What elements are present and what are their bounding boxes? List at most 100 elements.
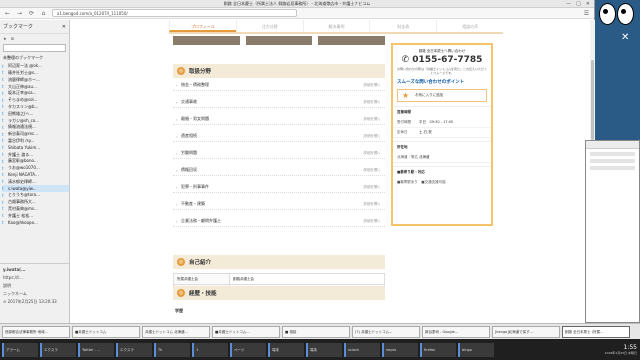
minimize-icon[interactable]: —: [566, 1, 571, 7]
bookmark-item[interactable]: t 弁護士 松松...: [2, 212, 69, 219]
taskbar-app-button[interactable]: アラーム: [2, 342, 38, 357]
taskbar-app-button[interactable]: firefox: [420, 342, 456, 357]
bookmark-item[interactable]: t 流量律師@ホー...: [2, 76, 69, 83]
sidebar-search-input[interactable]: [3, 44, 66, 52]
area-row[interactable]: › 労働問題 詳細を開く: [173, 148, 385, 159]
menu-icon[interactable]: ☰: [583, 10, 590, 17]
taskbar-window-button[interactable]: ■弁護士ドットコム: [72, 325, 140, 338]
bookmark-item[interactable]: t そらまめ@sol...: [2, 97, 69, 104]
maximize-icon[interactable]: □: [576, 1, 581, 7]
desktop-close-icon[interactable]: ✕: [621, 32, 629, 43]
bookmark-item[interactable]: t 阿辺家一法 @ok...: [2, 63, 69, 70]
area-row[interactable]: › 遺産相続 詳細を開く: [173, 131, 385, 142]
bookmark-item[interactable]: t Shibata Yukim...: [2, 144, 69, 151]
taskbar-window-button[interactable]: ■弁護士ドットコム...: [212, 325, 280, 338]
detail-link[interactable]: 詳細を開く: [364, 168, 386, 173]
detail-link[interactable]: 詳細を開く: [364, 202, 386, 207]
area-row[interactable]: › 企業法務・顧問弁護士 詳細を開く: [173, 216, 385, 227]
bookmark-item[interactable]: t 藤宮彰@bono...: [2, 158, 69, 165]
areas-icon: ◎: [177, 67, 185, 75]
taskbar-app-button[interactable]: Tk: [154, 342, 190, 357]
clock[interactable]: 1:55 2018年1月25日 木曜日: [605, 344, 640, 355]
bookmark-item[interactable]: t タカスリン@b...: [2, 104, 69, 111]
taskbar-window-button[interactable]: [bengo]北海道で探す...: [492, 325, 560, 338]
favorite-button[interactable]: ★ お気に入りに追加: [397, 89, 487, 102]
bookmark-list: t 阿辺家一法 @ok... t 篠井社労士@s... t 流量律師@ホー... t 大山正伸…: [0, 62, 69, 226]
bookmark-item[interactable]: t s.iwata@yiw...: [2, 185, 69, 192]
taskbar-window-button[interactable]: 新谷泰司 - Google...: [422, 325, 490, 338]
area-row[interactable]: › 交通事故 詳細を開く: [173, 97, 385, 108]
bookmark-label: Shibata Yukim...: [8, 145, 41, 151]
bookmark-item[interactable]: t Kenji NAGATA...: [2, 172, 69, 179]
phone-number[interactable]: ✆ 0155-67-7785: [393, 55, 491, 65]
reload-icon[interactable]: ⟳: [28, 10, 35, 17]
area-row[interactable]: › 債権回収 詳細を開く: [173, 165, 385, 176]
bookmark-item[interactable]: t 冨谷伊利 /sy...: [2, 138, 69, 145]
area-label: 借金・債務整理: [181, 82, 209, 87]
bookmark-label: ラガジ@sh_co...: [8, 117, 40, 123]
detail-link[interactable]: 詳細を開く: [364, 134, 386, 139]
taskbar-app-button[interactable]: 端末: [306, 342, 342, 357]
bookmark-item[interactable]: t 坂本正幸@sa...: [2, 90, 69, 97]
tab-3[interactable]: 料金表: [369, 20, 436, 32]
bookmark-item[interactable]: t 弁護士 渡る...: [2, 151, 69, 158]
area-row[interactable]: › 離婚・男女問題 詳細を開く: [173, 114, 385, 125]
taskbar-app-button[interactable]: xeyes: [382, 342, 418, 357]
smooth-tips-link[interactable]: スムーズな問い合わせのポイント: [393, 79, 491, 85]
area-row[interactable]: › 不動産・建築 詳細を開く: [173, 199, 385, 210]
taskbar-app-button[interactable]: ページ: [230, 342, 266, 357]
bookmark-label: Kenji NAGATA...: [8, 172, 39, 178]
star-icon[interactable]: ★: [3, 36, 7, 41]
detail-link[interactable]: 詳細を開く: [364, 185, 386, 190]
taskbar-app-button[interactable]: エクスラ: [116, 342, 152, 357]
bookmark-item[interactable]: t 田熊雄之(ヘ...: [2, 110, 69, 117]
taskbar-window-button[interactable]: (7) 弁護士ドットコム...: [352, 325, 420, 338]
home-icon[interactable]: ⌂: [40, 10, 47, 17]
taskbar-window-button[interactable]: 釧路 全日本慶士 (所属...: [562, 325, 630, 338]
area-row[interactable]: › 借金・債務整理 詳細を開く: [173, 80, 385, 91]
twitter-icon: t: [2, 138, 4, 144]
bookmark-item[interactable]: t とりうち@tora...: [2, 192, 69, 199]
bookmark-item[interactable]: t 古畑事務所大...: [2, 199, 69, 206]
taskbar-app-button[interactable]: bingo: [458, 342, 494, 357]
bookmark-item[interactable]: t 清水郁史律師...: [2, 178, 69, 185]
area-row[interactable]: › 犯罪・刑事事件 詳細を開く: [173, 182, 385, 193]
bookmark-item[interactable]: t 情報流通法規...: [2, 124, 69, 131]
tab-2[interactable]: 解決事例: [302, 20, 370, 32]
detail-link[interactable]: 詳細を開く: [364, 100, 386, 105]
taskbar-app-button[interactable]: xclock: [344, 342, 380, 357]
bookmark-item[interactable]: t 大山正伸@au...: [2, 83, 69, 90]
detail-link[interactable]: 詳細を開く: [364, 219, 386, 224]
sidebar-close-icon[interactable]: ✕: [62, 24, 66, 30]
forward-icon[interactable]: →: [16, 10, 23, 17]
side-window-row: [590, 159, 635, 163]
back-icon[interactable]: ←: [4, 10, 11, 17]
contact-card: 釧路 全日本慶士へ問い合わせ ✆ 0155-67-7785 お問い合わせの際は「…: [391, 43, 493, 226]
url-bar[interactable]: a1.bengo4.com/a_01207/l_111050/: [52, 9, 297, 17]
bookmark-item[interactable]: t 新谷泰司@rec...: [2, 131, 69, 138]
bookmark-item[interactable]: t うお@wo1070...: [2, 165, 69, 172]
taskbar-app-button[interactable]: エクスラ: [40, 342, 76, 357]
tab-0[interactable]: プロフィール: [169, 20, 236, 32]
bookmark-item[interactable]: t Kao@hkoopo...: [2, 219, 69, 226]
area-label: 離婚・男女問題: [181, 116, 209, 121]
taskbar-app-button[interactable]: 端末: [268, 342, 304, 357]
taskbar-window-button[interactable]: 西部都合法律事務所 地域...: [2, 325, 70, 338]
grid-icon[interactable]: ⊞: [11, 36, 14, 41]
detail-link[interactable]: 詳細を開く: [364, 83, 386, 88]
detail-link[interactable]: 詳細を開く: [364, 117, 386, 122]
taskbar-window-button[interactable]: ■ 相談: [282, 325, 350, 338]
detail-link[interactable]: 詳細を開く: [364, 151, 386, 156]
tab-4[interactable]: 相談の声: [436, 20, 503, 32]
footer-link[interactable]: https://t...: [3, 274, 67, 282]
taskbar-app-button[interactable]: 1: [192, 342, 228, 357]
bookmark-item[interactable]: t 篠井社労士@s...: [2, 70, 69, 77]
close-icon[interactable]: ✕: [586, 1, 590, 7]
taskbar-window-button[interactable]: 弁護士ドットコム 北海道...: [142, 325, 210, 338]
scroll-thumb[interactable]: [591, 60, 594, 140]
clock-time: 1:55: [623, 344, 637, 351]
tab-1[interactable]: 注力分野: [235, 20, 303, 32]
bookmark-item[interactable]: t 荒村泰典@ms...: [2, 206, 69, 213]
bookmark-item[interactable]: t ラガジ@sh_co...: [2, 117, 69, 124]
taskbar-app-button[interactable]: Twitter - ...: [78, 342, 114, 357]
